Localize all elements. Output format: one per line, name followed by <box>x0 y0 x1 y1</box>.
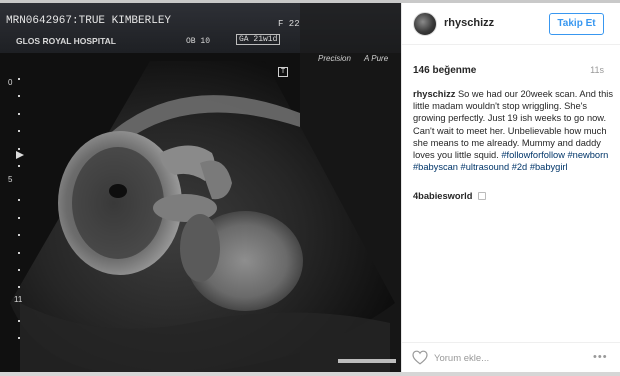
avatar[interactable] <box>413 12 437 36</box>
more-options-icon[interactable]: ••• <box>593 351 608 363</box>
patient-id-text: MRN0642967:TRUE KIMBERLEY <box>6 15 172 27</box>
ob-text: OB 10 <box>186 37 211 46</box>
hospital-text: GLOS ROYAL HOSPITAL <box>16 36 116 46</box>
post-panel: rhyschizz Takip Et 146 beğenme 11s rhysc… <box>402 3 620 372</box>
scale-label-5: 5 <box>8 175 13 184</box>
caption-username[interactable]: rhyschizz <box>413 89 455 99</box>
patient-info-text: F 22 <box>278 19 300 29</box>
heart-icon[interactable] <box>412 350 428 365</box>
likes-count[interactable]: 146 beğenme <box>413 65 476 76</box>
comment-input[interactable] <box>434 350 584 366</box>
comment-username[interactable]: 4babiesworld <box>413 191 472 201</box>
post-header: rhyschizz Takip Et <box>402 3 620 45</box>
post-time[interactable]: 11s <box>590 65 604 75</box>
ga-text: GA 21w1d <box>236 34 281 45</box>
scale-label-0: 0 <box>8 78 13 87</box>
bottom-border <box>0 372 620 376</box>
comment-emoji-icon <box>478 192 486 200</box>
post-photo[interactable]: MRN0642967:TRUE KIMBERLEY F 22 GLOS ROYA… <box>0 3 402 372</box>
post-username[interactable]: rhyschizz <box>444 17 494 29</box>
scale-label-11: 11 <box>14 295 23 304</box>
marker-t: T <box>278 67 288 77</box>
post-caption: rhyschizz So we had our 20week scan. And… <box>413 88 613 173</box>
app-window: MRN0642967:TRUE KIMBERLEY F 22 GLOS ROYA… <box>0 0 620 376</box>
apure-text: A Pure <box>364 54 389 63</box>
post-footer: ••• <box>402 342 620 372</box>
follow-button[interactable]: Takip Et <box>549 13 604 35</box>
precision-text: Precision <box>318 54 351 63</box>
